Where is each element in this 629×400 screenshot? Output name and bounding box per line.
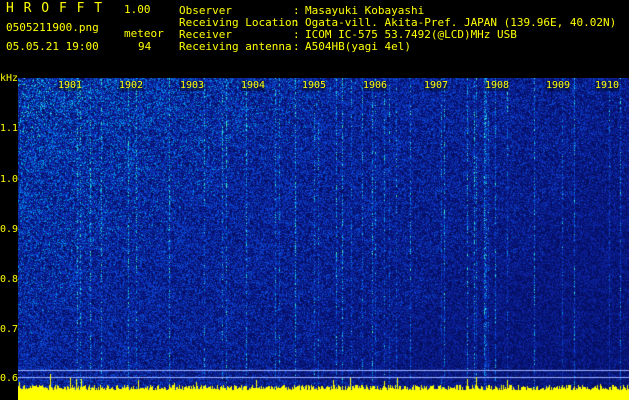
antenna-sep: : [293,40,300,53]
x-tick-label: 1909 [546,80,571,91]
capture-datetime: 05.05.21 19:00 [6,40,99,53]
header-panel: H R O F F T 1.00 0505211900.png 05.05.21… [0,0,629,74]
x-tick-label: 1902 [119,80,144,91]
meteor-label: meteor [124,27,164,40]
spectrogram-canvas [18,78,629,400]
antenna-label: Receiving antenna [179,40,292,53]
x-tick-label: 1901 [58,80,83,91]
file-name: 0505211900.png [6,21,99,34]
meteor-count: 94 [138,40,152,53]
y-tick-label: 1.1 [0,123,19,134]
x-tick-label: 1907 [424,80,449,91]
y-tick-label: 0.7 [0,324,19,335]
app-title: H R O F F T [6,1,104,16]
app-version: 1.00 [124,3,151,16]
x-tick-label: 1904 [241,80,266,91]
x-tick-label: 1910 [595,80,620,91]
y-tick-label: 1.0 [0,174,19,185]
y-tick-label: 0.8 [0,274,19,285]
x-tick-label: 1905 [302,80,327,91]
y-tick-label: 0.9 [0,224,19,235]
x-tick-label: 1908 [485,80,510,91]
y-axis-unit: kHz [0,73,19,84]
x-tick-label: 1903 [180,80,205,91]
antenna-value: A504HB(yagi 4el) [305,40,411,53]
y-tick-label: 0.6 [0,373,19,384]
x-tick-label: 1906 [363,80,388,91]
